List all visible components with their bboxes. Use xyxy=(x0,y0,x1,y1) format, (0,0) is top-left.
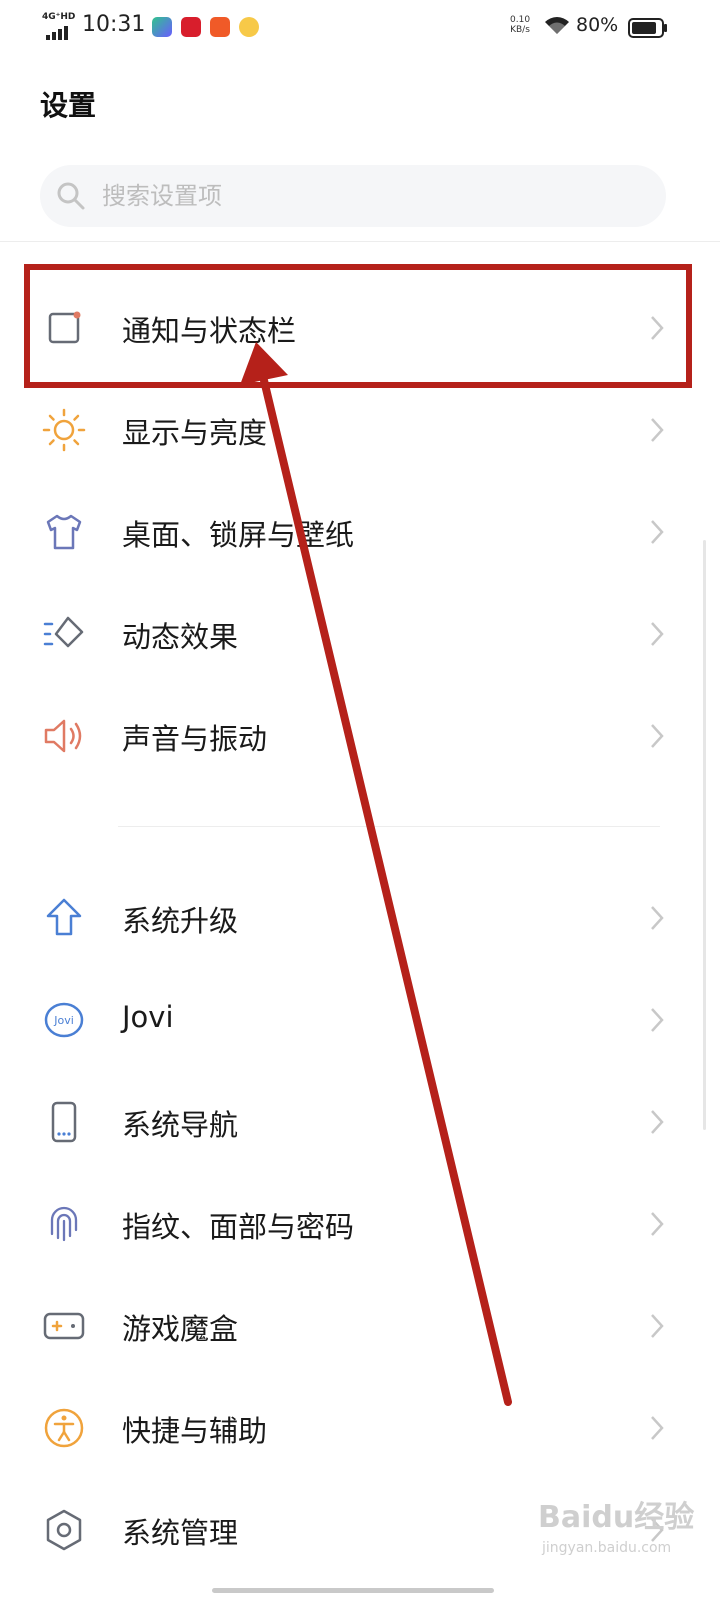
watermark-url: jingyan.baidu.com xyxy=(542,1540,672,1556)
annotation-arrow-icon xyxy=(240,342,512,1406)
watermark-logo: Baidu经验 xyxy=(538,1500,695,1535)
home-indicator[interactable] xyxy=(212,1588,494,1593)
scrollbar[interactable] xyxy=(703,540,706,1130)
